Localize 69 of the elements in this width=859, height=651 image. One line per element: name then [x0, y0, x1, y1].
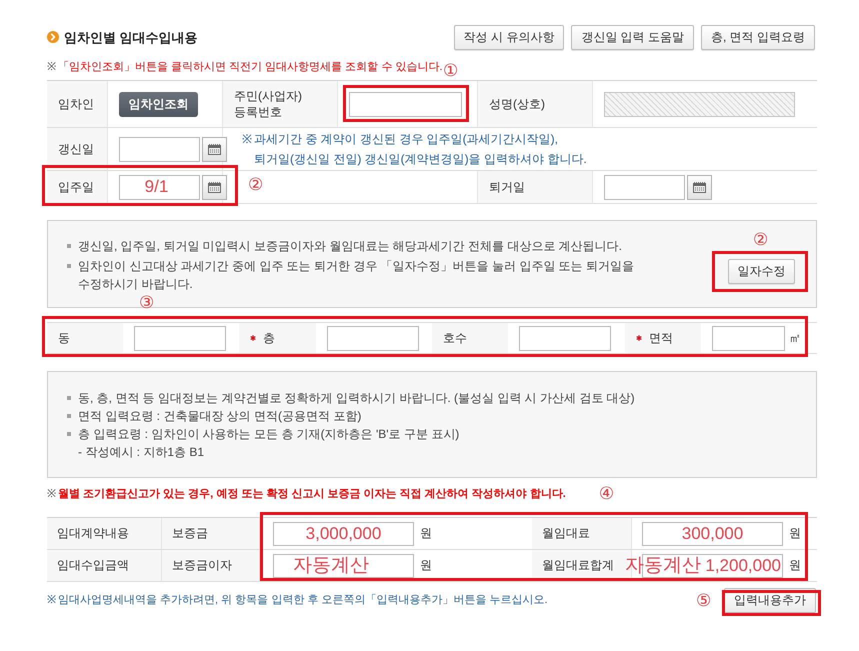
- unit-label: 원: [420, 557, 432, 574]
- field-label: 보증금: [162, 518, 260, 550]
- notice-text: 과세기간 중 계약이 갱신된 경우 입주일(과세기간시작일), 퇴거일(갱신일 전일) 갱신일(계약변경일)을 입력하셔야 합니다.: [254, 131, 587, 168]
- calendar-button[interactable]: [687, 174, 712, 200]
- bullet-icon: [67, 432, 71, 436]
- bullet-icon: [67, 414, 71, 418]
- field-label: 호수: [443, 330, 467, 346]
- field-label: 주민(사업자) 등록번호: [223, 81, 338, 128]
- date-field[interactable]: [604, 174, 685, 200]
- help-button[interactable]: 작성 시 유의사항: [454, 25, 564, 50]
- unit-label: ㎡: [789, 330, 801, 346]
- field-label: 퇴거일: [478, 171, 593, 204]
- lookup-button[interactable]: 임차인조회: [119, 92, 198, 116]
- field-label: 성명(상호): [478, 81, 593, 128]
- calendar-icon: [208, 144, 221, 154]
- field-label: 갱신일: [47, 128, 108, 171]
- help-button[interactable]: 층, 면적 입력요령: [700, 25, 815, 50]
- step-number: ②: [248, 177, 264, 194]
- input-field[interactable]: [349, 92, 462, 116]
- calendar-button[interactable]: [202, 136, 227, 162]
- info-text: 층 입력요령 : 임차인이 사용하는 모든 층 기재(지하층은 'B'로 구분 표시): [78, 426, 460, 443]
- section-title: 임차인별 임대수입내용: [64, 28, 198, 46]
- input-field[interactable]: [712, 326, 785, 350]
- date-field[interactable]: [119, 136, 200, 162]
- bullet-icon: [67, 264, 71, 268]
- notice-text: 임대사업명세내역을 추가하려면, 위 항목을 입력한 후 오른쪽의「입력내용추가」버튼을 누르십시오.: [58, 593, 548, 608]
- input-field[interactable]: [519, 326, 611, 350]
- unit-label: 원: [420, 525, 432, 542]
- step-number: ④: [598, 486, 614, 503]
- unit-label: 원: [789, 557, 801, 574]
- reference-mark: ※: [47, 593, 56, 608]
- input-field[interactable]: [327, 326, 419, 350]
- info-text: 면적 입력요령 : 건축물대장 상의 면적(공용면적 포함): [78, 408, 362, 425]
- info-text: - 작성예시 : 지하1층 B1: [77, 444, 204, 461]
- field-label: 임차인: [47, 81, 108, 128]
- chevron-circle-icon: [47, 30, 59, 42]
- bullet-icon: [67, 244, 71, 248]
- calendar-button[interactable]: [202, 174, 227, 200]
- calendar-icon: [208, 182, 221, 192]
- step-number: ②: [753, 232, 768, 249]
- info-text: 동, 층, 면적 등 임대정보는 계약건별로 정확하게 입력하시기 바랍니다. (불성실 입력 시 가산세 검토 대상): [78, 390, 635, 407]
- field-label: 임대수입금액: [47, 550, 162, 582]
- field-label: 동: [58, 330, 70, 346]
- reference-mark: ※: [47, 60, 56, 75]
- info-text: 임차인이 신고대상 과세기간 중에 입주 또는 퇴거한 경우 「일자수정」버튼을 눌러 입주일 또는 퇴거일을 수정하시기 바랍니다.: [78, 258, 635, 293]
- input-field[interactable]: [134, 326, 226, 350]
- field-label: 보증금이자: [162, 550, 260, 582]
- warning-text: 월별 조기환급신고가 있는 경우, 예정 또는 확정 신고시 보증금 이자는 직접 계산하여 작성하셔야 합니다.: [58, 487, 566, 502]
- field-label: 면적: [649, 330, 673, 346]
- info-text: 갱신일, 입주일, 퇴거일 미입력시 보증금이자와 월임대료는 해당과세기간 전체를 대상으로 계산됩니다.: [78, 238, 622, 255]
- date-edit-button[interactable]: 일자수정: [728, 259, 795, 284]
- amount-field[interactable]: 3,000,000: [273, 522, 414, 546]
- amount-field[interactable]: 자동계산: [273, 554, 414, 578]
- unit-label: 원: [789, 525, 801, 542]
- step-number: ①: [443, 63, 458, 80]
- bullet-icon: [67, 396, 71, 400]
- step-number: ③: [139, 295, 154, 312]
- amount-field[interactable]: 300,000: [642, 522, 783, 546]
- notice-text: 「임차인조회」버튼을 클릭하시면 직전기 임대사항명세를 조회할 수 있습니다.: [58, 60, 442, 75]
- calendar-icon: [693, 182, 706, 192]
- field-label: 임대계약내용: [47, 518, 162, 550]
- step-number: ⑤: [696, 593, 712, 610]
- help-button[interactable]: 갱신일 입력 도움말: [571, 25, 694, 50]
- reference-mark: ※: [47, 487, 56, 502]
- field-label: 층: [263, 330, 275, 346]
- field-label: 입주일: [47, 171, 108, 204]
- field-label: 월임대료: [532, 518, 632, 550]
- date-field[interactable]: 9/1: [119, 174, 200, 200]
- reference-mark: ※: [242, 131, 252, 148]
